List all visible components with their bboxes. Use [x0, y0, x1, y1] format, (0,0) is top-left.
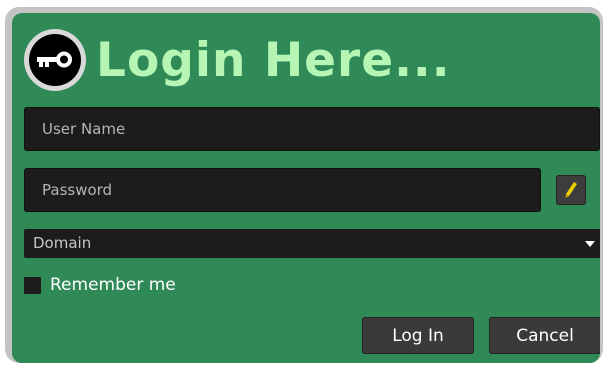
remember-me-checkbox[interactable] [24, 276, 41, 294]
login-panel: Login Here... Domain Remember me Log In … [12, 13, 600, 363]
username-field[interactable] [24, 107, 600, 151]
login-button[interactable]: Log In [362, 317, 474, 354]
chevron-down-icon[interactable] [578, 229, 600, 258]
page-title: Login Here... [96, 32, 451, 88]
cancel-button[interactable]: Cancel [489, 317, 600, 354]
domain-select[interactable]: Domain [24, 229, 600, 258]
remember-me-label[interactable]: Remember me [50, 275, 176, 295]
username-input[interactable] [24, 107, 600, 151]
password-input[interactable] [24, 168, 541, 212]
login-header: Login Here... [24, 25, 451, 95]
remember-me-row[interactable]: Remember me [24, 275, 176, 295]
domain-select-value: Domain [33, 234, 92, 252]
pencil-icon [565, 182, 577, 198]
edit-password-button[interactable] [556, 175, 586, 205]
key-icon [24, 29, 86, 91]
password-field[interactable] [24, 168, 541, 212]
